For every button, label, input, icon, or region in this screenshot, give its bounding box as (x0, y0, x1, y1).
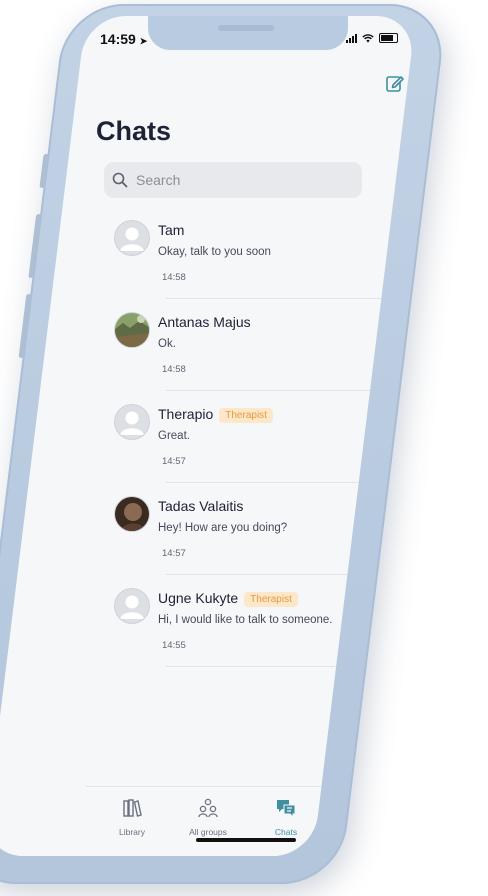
chat-name: Therapio Therapist (158, 406, 273, 423)
chat-preview: Hi, I would like to talk to someone. (158, 614, 333, 626)
tab-label: Chats (274, 827, 298, 837)
chat-time: 14:57 (162, 456, 186, 467)
status-time: 14:59 ➤ (100, 31, 148, 47)
chats-icon (277, 800, 296, 819)
tab-bar: Library All groups Chats Profile (86, 786, 416, 856)
tab-library[interactable]: Library (102, 797, 162, 837)
side-button-silent (39, 154, 49, 188)
tab-label: Library (119, 827, 145, 837)
divider (166, 666, 416, 667)
avatar-photo (114, 496, 150, 532)
therapist-badge: Therapist (244, 592, 298, 607)
tab-all-groups[interactable]: All groups (178, 797, 238, 837)
phone-mockup: 14:59 ➤ Chats Search Tam Okay, talk to y… (0, 0, 488, 896)
chat-time: 14:58 (162, 272, 186, 283)
chat-item[interactable]: Antanas Majus Ok. 14:58 (86, 304, 416, 394)
chat-time: 14:55 (162, 640, 186, 651)
status-icons (346, 33, 398, 43)
chat-preview: Hey! How are you doing? (158, 522, 288, 534)
chat-preview: Okay, talk to you soon (158, 246, 271, 258)
page-title: Chats (96, 116, 172, 146)
side-button-volume-up (28, 214, 42, 278)
chat-name: Ugne Kukyte Therapist (158, 590, 298, 607)
search-input[interactable] (134, 171, 338, 189)
chat-time: 14:57 (162, 548, 186, 559)
divider (166, 298, 416, 299)
chat-preview: Ok. (158, 338, 176, 350)
chat-name: Tam (158, 222, 185, 238)
chat-item[interactable]: Tam Okay, talk to you soon 14:58 (86, 212, 416, 302)
profile-icon (350, 798, 370, 818)
chat-name: Antanas Majus (158, 314, 251, 330)
therapist-badge: Therapist (219, 408, 273, 423)
chat-time: 14:58 (162, 364, 186, 375)
battery-icon (379, 33, 398, 43)
mockup-stage: 14:59 ➤ Chats Search Tam Okay, talk to y… (0, 0, 488, 896)
divider (166, 574, 416, 575)
signal-icon (346, 33, 357, 43)
compose-icon[interactable] (384, 72, 406, 94)
groups-icon (198, 798, 218, 818)
search-bar[interactable] (104, 162, 362, 198)
avatar-placeholder-icon (114, 404, 150, 440)
avatar-photo (114, 312, 150, 348)
chat-name: Tadas Valaitis (158, 498, 244, 514)
tab-label: All groups (189, 827, 227, 837)
search-icon (112, 172, 128, 188)
home-indicator[interactable] (196, 838, 296, 842)
library-icon (123, 799, 142, 817)
avatar-placeholder-icon (114, 588, 150, 624)
notch (148, 16, 348, 50)
wifi-icon (362, 33, 374, 42)
chat-preview: Great. (158, 430, 190, 442)
side-button-volume-down (18, 294, 32, 358)
location-arrow-icon: ➤ (139, 36, 148, 46)
tab-chats[interactable]: Chats (256, 797, 316, 837)
avatar-placeholder-icon (114, 220, 150, 256)
